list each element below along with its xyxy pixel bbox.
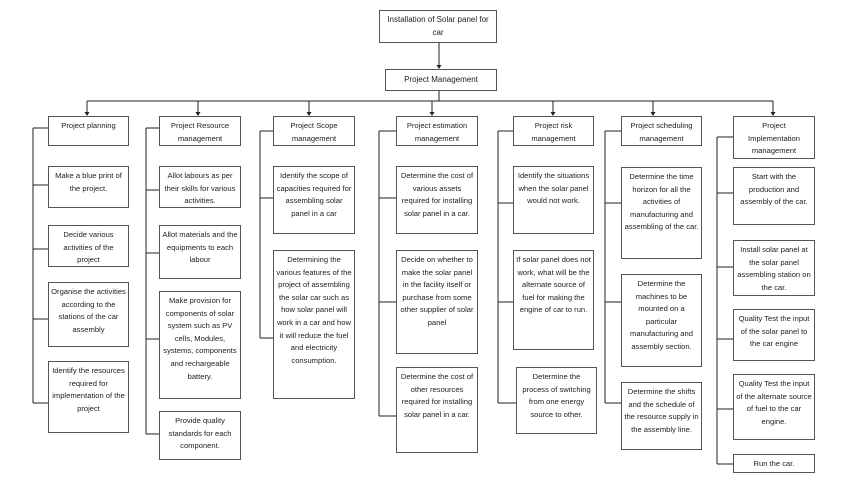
activity-box: Determine the cost of various assets req… — [396, 166, 478, 234]
activity-box: Determine the cost of other resources re… — [396, 367, 478, 453]
column-header: Project scheduling management — [621, 116, 702, 146]
activity-box: Determine the time horizon for all the a… — [621, 167, 702, 259]
activity-box: Decide on whether to make the solar pane… — [396, 250, 478, 354]
column-header: Project estimation management — [396, 116, 478, 146]
activity-box: Install solar panel at the solar panel a… — [733, 240, 815, 296]
activity-box: Run the car. — [733, 454, 815, 473]
activity-box: Quality Test the input of the alternate … — [733, 374, 815, 440]
column-header: Project Implementation management — [733, 116, 815, 159]
activity-box: Organise the activities according to the… — [48, 282, 129, 347]
activity-box: Identify the situations when the solar p… — [513, 166, 594, 234]
column-header: Project planning — [48, 116, 129, 146]
column-header: Project Resource management — [159, 116, 241, 146]
activity-box: Make provision for components of solar s… — [159, 291, 241, 399]
column-header: Project risk management — [513, 116, 594, 146]
activity-box: Identify the scope of capacities require… — [273, 166, 355, 234]
activity-box: Determine the process of switching from … — [516, 367, 597, 434]
activity-box: Determining the various features of the … — [273, 250, 355, 399]
activity-box: Quality Test the input of the solar pane… — [733, 309, 815, 361]
activity-box: Determine the shifts and the schedule of… — [621, 382, 702, 450]
activity-box: Determine the machines to be mounted on … — [621, 274, 702, 367]
column-header: Project Scope management — [273, 116, 355, 146]
activity-box: If solar panel does not work, what will … — [513, 250, 594, 350]
activity-box: Allot labours as per their skills for va… — [159, 166, 241, 208]
activity-box: Decide various activities of the project — [48, 225, 129, 267]
wbs-diagram: Installation of Solar panel for car Proj… — [0, 0, 850, 501]
activity-box: Identify the resources required for impl… — [48, 361, 129, 433]
activity-box: Make a blue print of the project. — [48, 166, 129, 208]
activity-box: Start with the production and assembly o… — [733, 167, 815, 225]
title-node: Installation of Solar panel for car — [379, 10, 497, 43]
activity-box: Provide quality standards for each compo… — [159, 411, 241, 460]
activity-box: Allot materials and the equipments to ea… — [159, 225, 241, 279]
root-node: Project Management — [385, 69, 497, 91]
